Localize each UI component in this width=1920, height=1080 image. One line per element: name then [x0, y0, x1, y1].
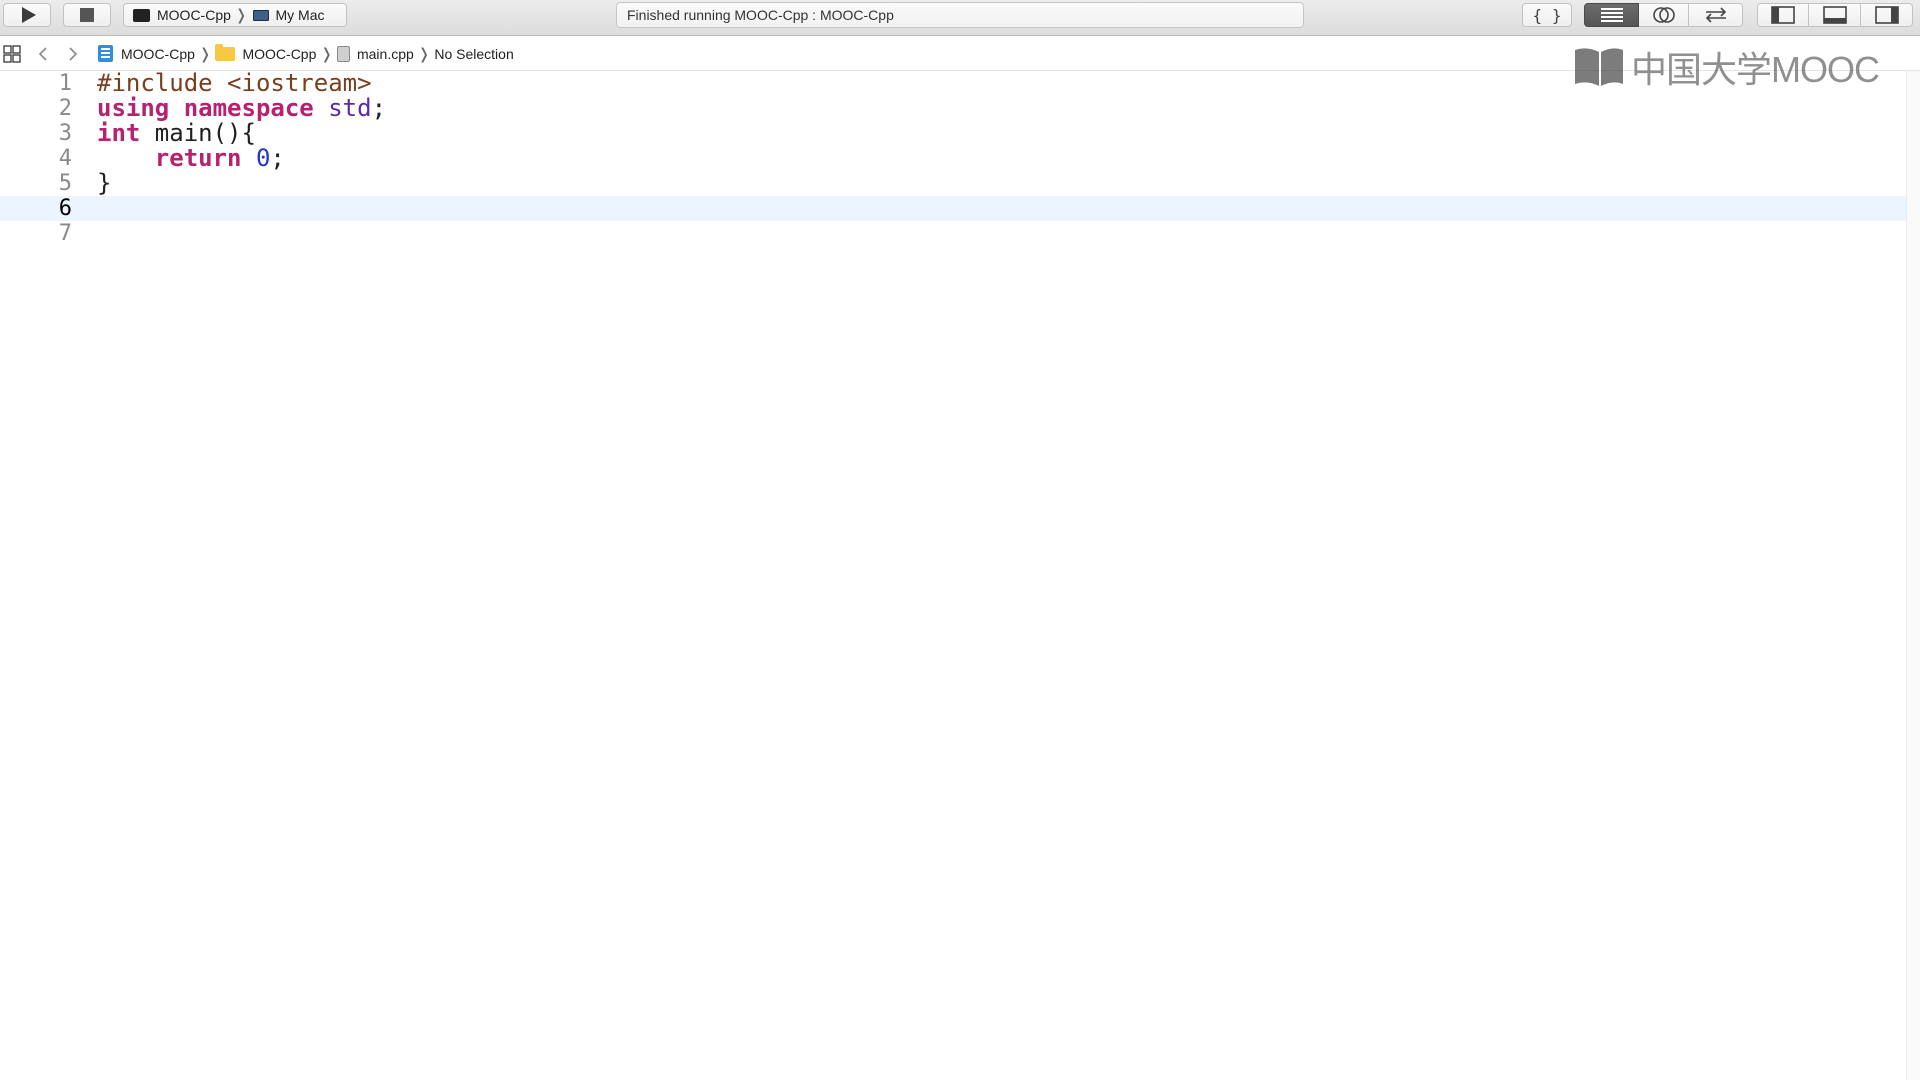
breadcrumb-file[interactable]: main.cpp [336, 45, 414, 62]
mooc-watermark: 中国大学MOOC [1573, 44, 1880, 90]
code-line[interactable]: 7 [0, 221, 1907, 246]
code-text[interactable]: return 0; [97, 146, 285, 171]
back-button[interactable] [37, 36, 49, 71]
forward-button[interactable] [67, 36, 79, 71]
play-icon [21, 7, 36, 23]
terminal-icon [133, 8, 150, 22]
code-token: #include <iostream> [97, 69, 372, 97]
chevron-right-icon: ❭ [234, 7, 248, 24]
line-number: 2 [58, 96, 72, 121]
code-line[interactable]: 2 using namespace std; [0, 96, 1907, 122]
destination-name: My Mac [275, 7, 325, 23]
line-number: 5 [58, 171, 72, 196]
line-number: 6 [58, 196, 72, 221]
vertical-scrollbar[interactable] [1906, 71, 1920, 1080]
code-text[interactable]: } [97, 171, 111, 196]
chevron-right-icon [69, 46, 78, 61]
chevron-right-icon: ❭ [198, 45, 212, 63]
line-number: 3 [58, 121, 72, 146]
version-editor-button[interactable] [1689, 3, 1743, 27]
code-token: namespace [183, 94, 314, 122]
code-line[interactable]: 5} [0, 171, 1907, 197]
navigator-toggle-icon [1771, 6, 1795, 24]
code-token: std [328, 94, 372, 122]
related-items-button[interactable] [3, 36, 21, 71]
code-token: return [154, 144, 242, 172]
braces-icon: { } [1532, 5, 1562, 25]
version-editor-icon [1705, 7, 1726, 23]
activity-viewer: Finished running MOOC-Cpp : MOOC-Cpp [616, 2, 1304, 28]
standard-editor-button[interactable] [1584, 3, 1639, 27]
book-logo-icon [1575, 48, 1623, 86]
code-token: } [97, 169, 112, 197]
code-text[interactable]: using namespace std; [97, 96, 386, 121]
chevron-right-icon: ❭ [320, 45, 333, 63]
chevron-left-icon [38, 46, 47, 61]
navigator-toggle-button[interactable] [1757, 3, 1809, 27]
project-icon [98, 45, 113, 62]
grid-icon [3, 44, 21, 63]
stop-button[interactable] [63, 3, 111, 27]
line-number: 1 [58, 71, 72, 96]
activity-status-text: Finished running MOOC-Cpp : MOOC-Cpp [627, 7, 894, 23]
watermark-text: 中国大学MOOC [1631, 49, 1880, 90]
code-line[interactable]: 4 return 0; [0, 146, 1907, 172]
debug-area-toggle-icon [1822, 6, 1847, 24]
breadcrumb-group[interactable]: MOOC-Cpp [215, 43, 317, 62]
source-editor[interactable]: 1 #include <iostream> 2 using namespace std… [0, 71, 1920, 1080]
breadcrumb: MOOC-Cpp ❭ MOOC-Cpp ❭ main.cpp ❭ No Sele… [98, 36, 514, 71]
breadcrumb-project-label: MOOC-Cpp [121, 45, 195, 62]
scheme-name: MOOC-Cpp [157, 7, 231, 23]
breadcrumb-selection[interactable]: No Selection [434, 46, 513, 62]
assistant-editor-icon [1652, 7, 1675, 23]
utilities-toggle-button[interactable] [1861, 3, 1913, 27]
code-token: ; [371, 94, 387, 122]
code-token: main(){ [140, 119, 256, 147]
code-snippet-button[interactable]: { } [1522, 3, 1572, 27]
assistant-editor-button[interactable] [1639, 3, 1689, 27]
code-text[interactable]: int main(){ [97, 121, 256, 146]
stop-icon [80, 8, 94, 22]
breadcrumb-group-label: MOOC-Cpp [242, 45, 317, 62]
line-number: 4 [58, 146, 72, 171]
line-number: 7 [58, 221, 72, 246]
code-line[interactable]: 6 [0, 196, 1907, 221]
breadcrumb-project[interactable]: MOOC-Cpp [98, 45, 195, 62]
cpp-file-icon [336, 45, 350, 62]
breadcrumb-file-label: main.cpp [356, 45, 414, 62]
mac-icon [253, 9, 270, 21]
code-token: ; [270, 144, 285, 172]
utilities-toggle-icon [1874, 6, 1899, 24]
code-token: using [97, 94, 170, 122]
folder-icon [215, 43, 236, 61]
debug-area-toggle-button[interactable] [1809, 3, 1861, 27]
code-token: int [97, 119, 141, 147]
code-text[interactable]: #include <iostream> [97, 71, 372, 96]
code-line[interactable]: 3 int main(){ [0, 121, 1907, 147]
run-button[interactable] [3, 3, 51, 27]
chevron-right-icon: ❭ [417, 45, 431, 63]
standard-editor-icon [1600, 8, 1623, 22]
window-toolbar: MOOC-Cpp ❭ My Mac Finished running MOOC-… [0, 0, 1920, 36]
code-token: 0 [255, 144, 271, 172]
scheme-selector[interactable]: MOOC-Cpp ❭ My Mac [123, 3, 347, 27]
